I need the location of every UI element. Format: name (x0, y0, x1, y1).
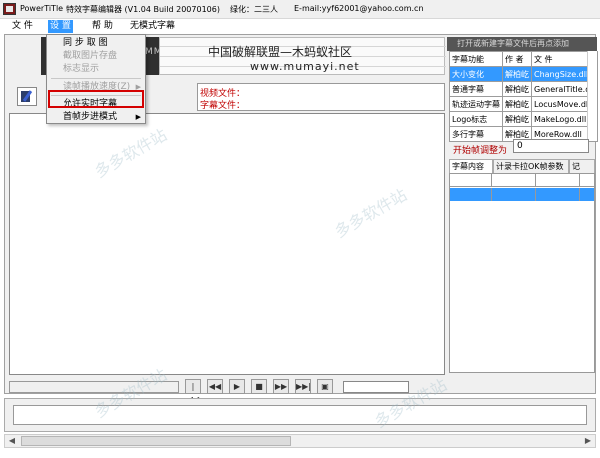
menu-item-logo-display[interactable]: 标志显示 (47, 63, 145, 76)
stop-button[interactable]: ■ (251, 379, 267, 394)
menu-file[interactable]: 文 件 (10, 20, 35, 33)
credit-text: 绿化：二三人 (230, 5, 278, 14)
scroll-left-icon[interactable]: ◀ (5, 435, 19, 447)
tab-subtitle-content[interactable]: 字幕内容 (449, 159, 493, 173)
table-cell: 解柏屹 (502, 66, 532, 82)
email-text: E-mail:yyf62001@yahoo.com.cn (294, 4, 424, 13)
start-frame-input[interactable]: 0 (513, 139, 589, 153)
grid-cell (536, 188, 580, 201)
playback-progress-bar[interactable] (343, 381, 409, 393)
column-header: 字幕功能 (449, 51, 503, 67)
title-bar: PowerTiTle 特效字幕编辑器 (V1.04 Build 20070106… (0, 0, 600, 19)
banner: 中国破解联盟—木蚂蚁社区 www.mumayi.net (159, 37, 446, 75)
menu-item-first-frame-step-label: 首帧步进模式 (63, 112, 118, 122)
tab-record[interactable]: 记 (569, 159, 595, 173)
table-header-row: 字幕功能 作 者 文 件 (449, 51, 598, 67)
play-button[interactable]: ▶ (229, 379, 245, 394)
rewind-button[interactable]: ◀◀ (207, 379, 223, 394)
table-row[interactable]: 轨迹运动字幕 解柏屹 LocusMove.dll (449, 96, 598, 112)
column-header: 作 者 (502, 51, 532, 67)
player-controls: |◀◀ ◀◀ ▶ ■ ▶▶ ▶▶| ▣ (185, 379, 339, 404)
table-cell: 普通字幕 (449, 81, 503, 97)
menu-bar: 文 件 设 置 帮 助 无模式字幕 (0, 19, 600, 34)
table-scroll-strip[interactable] (587, 51, 597, 141)
table-cell: 解柏屹 (502, 111, 532, 127)
file-info-box: 视频文件： 字幕文件： (197, 83, 445, 111)
table-row[interactable]: 大小变化 解柏屹 ChangSize.dll (449, 66, 598, 82)
first-frame-button[interactable]: |◀◀ (185, 379, 201, 404)
banner-url: www.mumayi.net (250, 60, 360, 73)
table-cell: 多行字幕 (449, 126, 503, 142)
table-cell: 大小变化 (449, 66, 503, 82)
edit-tool-button[interactable] (17, 87, 37, 106)
grid-cell (492, 188, 536, 201)
snapshot-button[interactable]: ▣ (317, 379, 333, 394)
subtitle-content-grid[interactable] (449, 173, 595, 373)
app-icon (3, 3, 16, 15)
scroll-thumb[interactable] (21, 436, 291, 446)
forward-button[interactable]: ▶▶ (273, 379, 289, 394)
table-row[interactable]: Logo标志 解柏屹 MakeLogo.dll (449, 111, 598, 127)
grid-cell (492, 174, 536, 187)
last-frame-button[interactable]: ▶▶| (295, 379, 311, 394)
banner-title: 中国破解联盟—木蚂蚁社区 (208, 45, 353, 59)
menu-item-sync-capture[interactable]: 同 步 取 图 (47, 37, 145, 50)
menu-settings[interactable]: 设 置 (48, 20, 73, 33)
table-cell: Logo标志 (449, 111, 503, 127)
tab-karaoke-params[interactable]: 计录卡拉OK帧参数 (493, 159, 569, 173)
grid-cell (580, 188, 594, 201)
right-panel-header: 打开或新建字幕文件后再点添加 (447, 37, 597, 51)
app-name: PowerTiTle (20, 4, 64, 13)
grid-cell (450, 174, 492, 187)
window-title: 特效字幕编辑器 (V1.04 Build 20070106) (66, 5, 220, 14)
tab-strip: 字幕内容 计录卡拉OK帧参数 记 (449, 159, 597, 173)
table-cell: 解柏屹 (502, 96, 532, 112)
grid-cell (536, 174, 580, 187)
menu-item-save-capture[interactable]: 截取图片存盘 (47, 50, 145, 63)
settings-dropdown-menu: 同 步 取 图 截取图片存盘 标志显示 读帧播放速度(Z) ▶ 允许实时字幕 首… (46, 34, 146, 124)
subtitle-function-table: 字幕功能 作 者 文 件 大小变化 解柏屹 ChangSize.dll 普通字幕… (449, 51, 598, 142)
grid-cell (450, 188, 492, 201)
subtitle-edit-area[interactable] (9, 113, 445, 375)
grid-row[interactable] (450, 188, 594, 201)
scroll-right-icon[interactable]: ▶ (581, 435, 595, 447)
start-frame-label: 开始帧调整为 (453, 146, 508, 156)
table-cell: 轨迹运动字幕 (449, 96, 503, 112)
horizontal-scrollbar[interactable]: ◀ ▶ (4, 434, 596, 448)
grid-header-row (450, 174, 594, 187)
submenu-arrow-icon: ▶ (135, 113, 141, 121)
subtitle-file-label: 字幕文件： (200, 101, 246, 111)
menu-separator (51, 78, 141, 79)
menu-item-first-frame-step[interactable]: 首帧步进模式 ▶ (47, 111, 145, 124)
menu-modeless-subtitle[interactable]: 无模式字幕 (128, 20, 177, 33)
table-row[interactable]: 普通字幕 解柏屹 GeneralTitle.dll (449, 81, 598, 97)
table-cell: 解柏屹 (502, 81, 532, 97)
highlight-box (48, 90, 144, 108)
menu-help[interactable]: 帮 助 (90, 20, 115, 33)
